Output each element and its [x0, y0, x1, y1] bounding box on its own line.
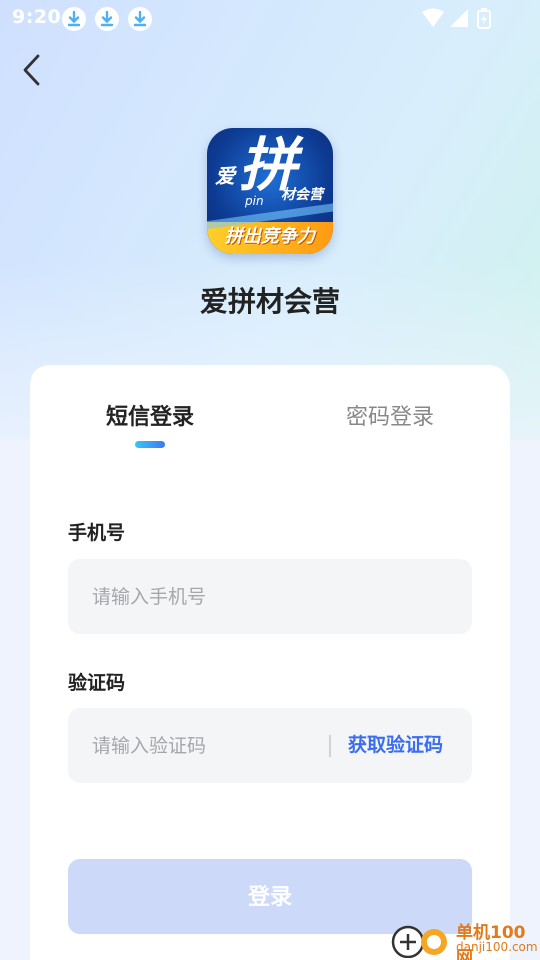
- wifi-icon: [422, 8, 444, 27]
- code-label: 验证码: [68, 672, 126, 694]
- back-button[interactable]: [14, 50, 54, 90]
- watermark-url: danji100.com: [456, 940, 538, 954]
- logo-text-sub: 材会营: [281, 187, 323, 203]
- code-input-box[interactable]: 获取验证码: [68, 708, 472, 783]
- phone-label: 手机号: [68, 522, 126, 544]
- system-icons: [422, 8, 502, 34]
- logo-text-ai: 爱: [215, 164, 235, 188]
- status-bar: 9:20: [0, 0, 540, 38]
- download-icon: [128, 7, 152, 31]
- phone-input[interactable]: [92, 559, 452, 634]
- signal-icon: [450, 9, 468, 27]
- download-icon: [95, 7, 119, 31]
- watermark-logo-icon: [391, 925, 447, 958]
- logo-text-pinyin: pin: [245, 194, 264, 208]
- app-name: 爱拼材会营: [199, 285, 340, 318]
- tab-password-login[interactable]: 密码登录: [300, 400, 480, 436]
- watermark: 单机100网 danji100.com: [390, 918, 540, 960]
- tab-active-indicator: [135, 441, 165, 448]
- status-time: 9:20: [12, 6, 62, 28]
- battery-charging-icon: [477, 8, 491, 29]
- logo-band: 拼出竞争力: [207, 222, 333, 254]
- app-logo: 爱 拼 pin 材会营 拼出竞争力: [207, 128, 333, 254]
- input-divider: [329, 735, 331, 757]
- tab-sms-login[interactable]: 短信登录: [60, 400, 240, 436]
- phone-input-box[interactable]: [68, 559, 472, 634]
- code-input[interactable]: [92, 708, 317, 783]
- chevron-left-icon: [23, 54, 40, 86]
- download-icon: [62, 7, 86, 31]
- get-code-button[interactable]: 获取验证码: [348, 708, 443, 783]
